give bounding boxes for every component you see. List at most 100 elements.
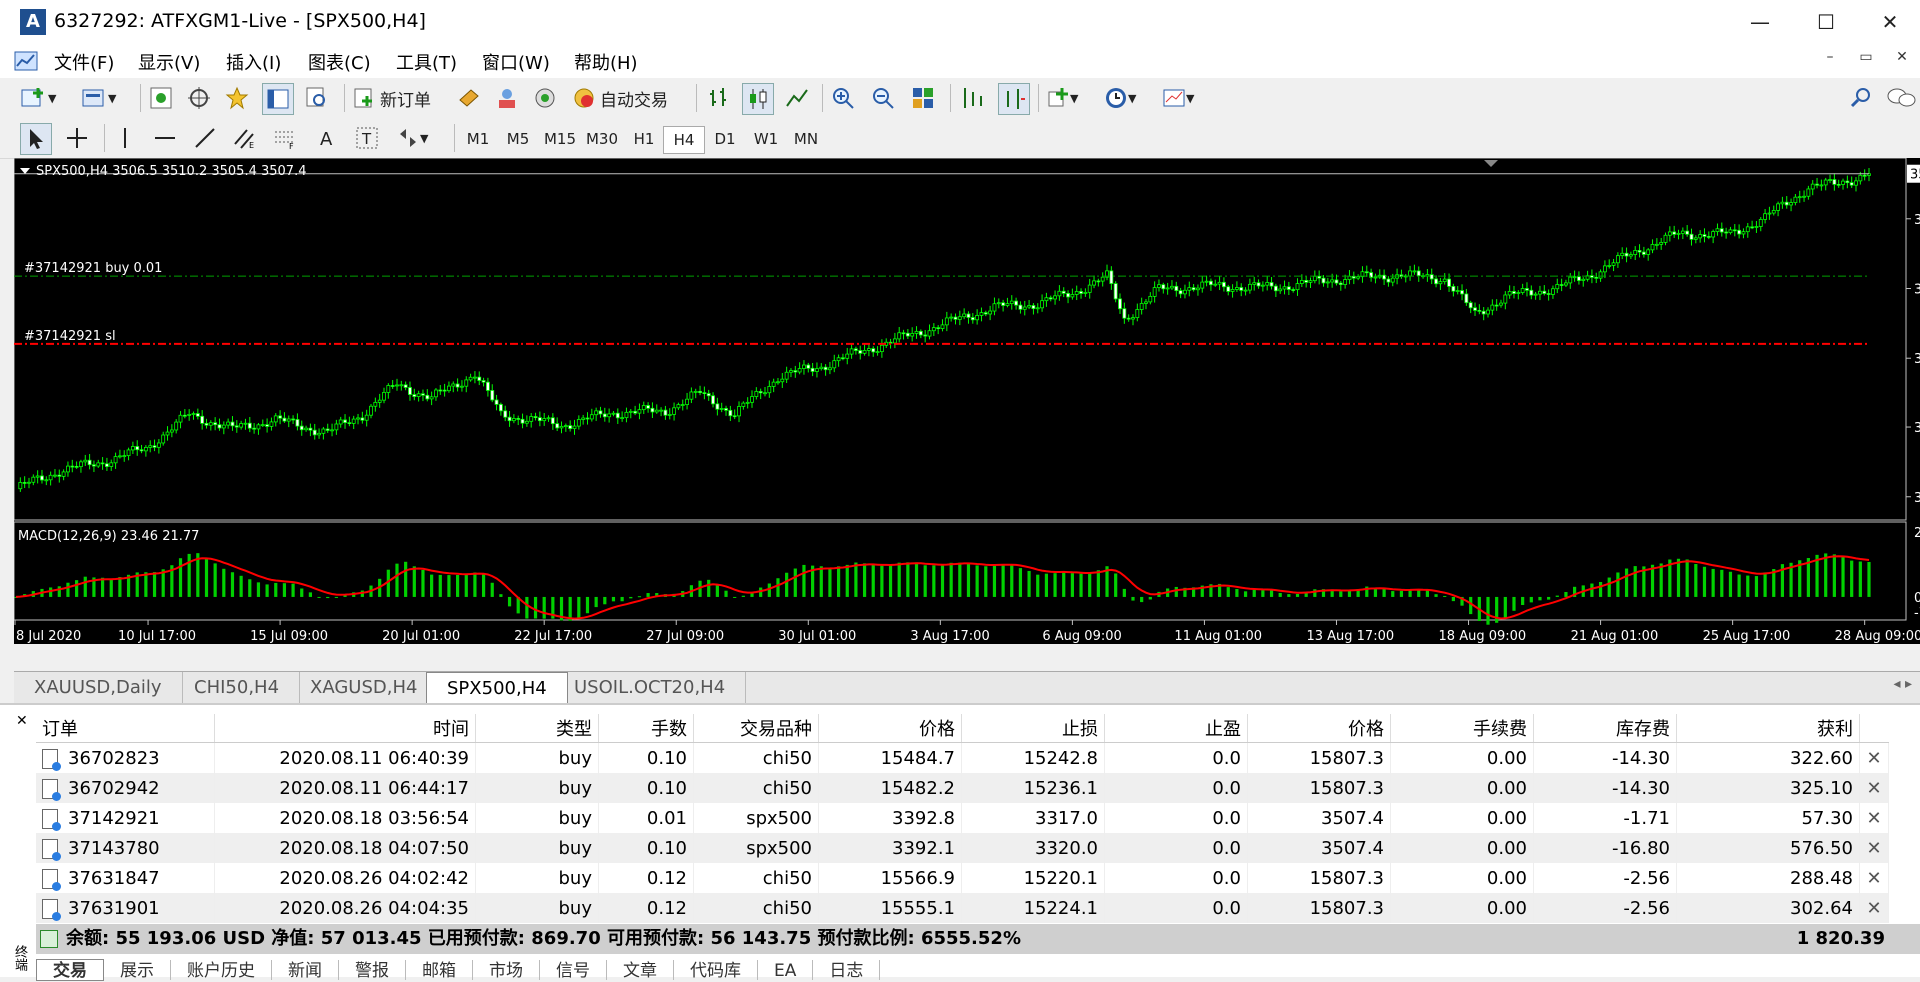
tab-xagusd-h4[interactable]: XAGUSD,H4: [290, 672, 439, 703]
tab-spx500-h4[interactable]: SPX500,H4: [426, 672, 568, 704]
col-sl[interactable]: 止损: [961, 714, 1105, 743]
minimize-button[interactable]: —: [1730, 4, 1790, 40]
timeframe-mn[interactable]: MN: [786, 126, 826, 152]
tile-windows-button[interactable]: [908, 83, 938, 113]
menu-window[interactable]: 窗口(W): [482, 49, 550, 75]
timeframe-h1[interactable]: H1: [624, 126, 664, 152]
channel-button[interactable]: E: [230, 123, 260, 153]
mdi-minimize-button[interactable]: –: [1812, 49, 1848, 65]
col-swap[interactable]: 库存费: [1533, 714, 1677, 743]
tab-chi50-h4[interactable]: CHI50,H4: [174, 672, 301, 703]
menu-tools[interactable]: 工具(T): [396, 49, 457, 75]
tab-exposure[interactable]: 展示: [104, 960, 171, 981]
col-open-price[interactable]: 价格: [818, 714, 962, 743]
col-time[interactable]: 时间: [214, 714, 476, 743]
text-label-button[interactable]: T: [352, 123, 382, 153]
close-order-icon[interactable]: ✕: [1859, 833, 1889, 863]
timeframe-m1[interactable]: M1: [458, 126, 498, 152]
chart-window[interactable]: #37142921 buy 0.01 #37142921 sl SPX500,H…: [14, 158, 1920, 644]
chart-window-icon[interactable]: [14, 50, 38, 72]
tab-xauusd-daily[interactable]: XAUUSD,Daily: [14, 672, 183, 703]
strategy-tester-button[interactable]: [302, 83, 332, 113]
zoom-in-button[interactable]: [828, 83, 858, 113]
table-row[interactable]: 37143780 2020.08.18 04:07:50 buy 0.10 spx500…: [36, 833, 1889, 863]
col-profit[interactable]: 获利: [1676, 714, 1860, 743]
timeframe-m30[interactable]: M30: [582, 126, 622, 152]
chart-shift-button[interactable]: [958, 83, 988, 113]
tab-scroll-arrows[interactable]: ◂ ▸: [1893, 676, 1912, 692]
table-row[interactable]: 37631847 2020.08.26 04:02:42 buy 0.12 chi50 1…: [36, 863, 1889, 893]
maximize-button[interactable]: ☐: [1796, 4, 1856, 40]
search-button[interactable]: [1846, 83, 1876, 113]
col-commission[interactable]: 手续费: [1390, 714, 1534, 743]
timeframe-m5[interactable]: M5: [498, 126, 538, 152]
chat-button[interactable]: [1886, 83, 1916, 113]
timeframe-w1[interactable]: W1: [746, 126, 786, 152]
data-window-button[interactable]: [184, 83, 214, 113]
col-price[interactable]: 价格: [1247, 714, 1391, 743]
text-button[interactable]: A: [312, 123, 342, 153]
tab-trade[interactable]: 交易: [36, 959, 104, 981]
templates-button[interactable]: ▼: [1162, 83, 1194, 113]
signals-button[interactable]: [492, 83, 522, 113]
tab-market[interactable]: 市场: [473, 960, 540, 981]
new-chart-button[interactable]: ▼: [20, 83, 56, 113]
cursor-button[interactable]: [20, 123, 52, 155]
tab-news[interactable]: 新闻: [272, 960, 339, 981]
col-symbol[interactable]: 交易品种: [693, 714, 819, 743]
tab-usoil-oct20-h4[interactable]: USOIL.OCT20,H4: [554, 672, 747, 703]
close-order-icon[interactable]: ✕: [1859, 803, 1889, 833]
timeframe-h4[interactable]: H4: [663, 126, 705, 154]
auto-trading-button[interactable]: 自动交易: [572, 83, 668, 113]
navigator-button[interactable]: [222, 83, 252, 113]
tab-journal[interactable]: 日志: [813, 960, 881, 981]
indicators-button[interactable]: ▼: [1046, 83, 1078, 113]
mdi-restore-button[interactable]: ▭: [1848, 49, 1884, 65]
menu-view[interactable]: 显示(V): [138, 49, 200, 75]
market-watch-button[interactable]: [146, 83, 176, 113]
profiles-button[interactable]: ▼: [80, 83, 116, 113]
tab-signals[interactable]: 信号: [540, 960, 607, 981]
vertical-line-button[interactable]: [110, 123, 140, 153]
col-tp[interactable]: 止盈: [1104, 714, 1248, 743]
col-order[interactable]: 订单: [36, 714, 215, 743]
new-order-button[interactable]: 新订单: [352, 83, 431, 113]
autoscroll-button[interactable]: [998, 83, 1030, 115]
menu-charts[interactable]: 图表(C): [308, 49, 371, 75]
tab-articles[interactable]: 文章: [607, 960, 674, 981]
trendline-button[interactable]: [190, 123, 220, 153]
col-volume[interactable]: 手数: [598, 714, 694, 743]
timeframe-d1[interactable]: D1: [705, 126, 745, 152]
arrows-button[interactable]: ▼: [396, 123, 428, 153]
fibonacci-button[interactable]: F: [270, 123, 300, 153]
zoom-out-button[interactable]: [868, 83, 898, 113]
menu-insert[interactable]: 插入(I): [226, 49, 281, 75]
market-button[interactable]: [530, 83, 560, 113]
tab-experts[interactable]: EA: [758, 960, 814, 981]
crosshair-button[interactable]: [62, 123, 92, 153]
tab-account-history[interactable]: 账户历史: [171, 960, 272, 981]
close-button[interactable]: ✕: [1860, 4, 1920, 40]
table-row[interactable]: 37142921 2020.08.18 03:56:54 buy 0.01 spx500…: [36, 803, 1889, 833]
col-type[interactable]: 类型: [475, 714, 599, 743]
metaeditor-button[interactable]: [454, 83, 484, 113]
line-chart-button[interactable]: [782, 83, 812, 113]
close-order-icon[interactable]: ✕: [1859, 773, 1889, 803]
table-row[interactable]: 37631901 2020.08.26 04:04:35 buy 0.12 chi50 1…: [36, 893, 1889, 923]
tab-mailbox[interactable]: 邮箱: [406, 960, 473, 981]
menu-file[interactable]: 文件(F): [54, 49, 114, 75]
horizontal-line-button[interactable]: [150, 123, 180, 153]
tab-alerts[interactable]: 警报: [339, 960, 406, 981]
terminal-close-icon[interactable]: ✕: [16, 713, 28, 729]
table-row[interactable]: 36702942 2020.08.11 06:44:17 buy 0.10 chi50 1…: [36, 773, 1889, 803]
price-chart[interactable]: #37142921 buy 0.01 #37142921 sl SPX500,H…: [14, 158, 1920, 644]
bar-chart-button[interactable]: [704, 83, 734, 113]
periods-button[interactable]: ▼: [1104, 83, 1136, 113]
mdi-close-button[interactable]: ✕: [1884, 49, 1920, 65]
tab-code-base[interactable]: 代码库: [674, 960, 758, 981]
table-row[interactable]: 36702823 2020.08.11 06:40:39 buy 0.10 chi50 1…: [36, 742, 1889, 773]
close-order-icon[interactable]: ✕: [1859, 742, 1889, 773]
close-order-icon[interactable]: ✕: [1859, 863, 1889, 893]
menu-help[interactable]: 帮助(H): [574, 49, 638, 75]
candlestick-button[interactable]: [742, 83, 774, 115]
